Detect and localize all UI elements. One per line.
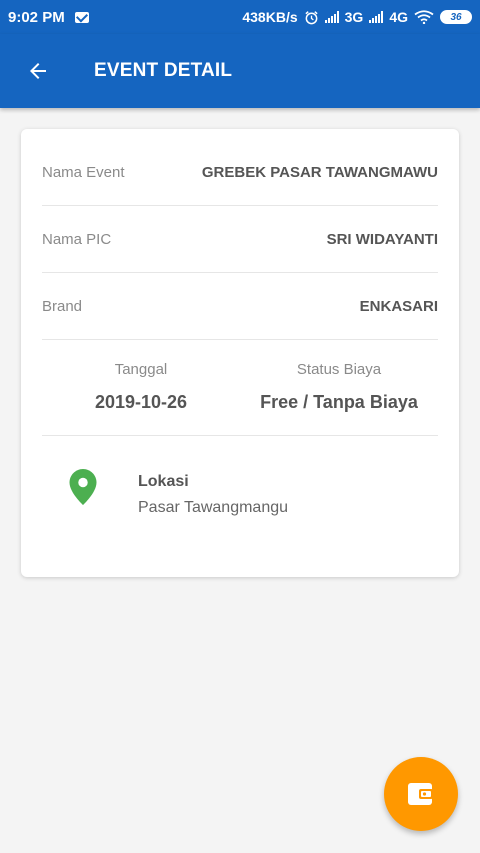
- page-title: EVENT DETAIL: [94, 60, 233, 81]
- location-pin-icon: [69, 469, 97, 505]
- status-time: 9:02 PM: [8, 8, 65, 26]
- date-label: Tanggal: [114, 361, 168, 378]
- pic-name-label: Nama PIC: [42, 230, 112, 248]
- cost-status-value: Free / Tanpa Biaya: [260, 392, 418, 412]
- cost-column: Status Biaya Free / Tanpa Biaya: [240, 340, 438, 413]
- battery-icon: 36: [440, 10, 472, 24]
- mail-icon: [74, 11, 89, 23]
- event-name-label: Nama Event: [42, 163, 125, 181]
- date-cost-section: Tanggal 2019-10-26 Status Biaya Free / T…: [42, 340, 438, 436]
- net-speed: 438KB/s: [242, 9, 298, 25]
- row-brand: Brand ENKASARI: [42, 273, 438, 340]
- alarm-icon: [305, 10, 318, 24]
- event-detail-card: Nama Event GREBEK PASAR TAWANGMAWU Nama …: [21, 129, 459, 577]
- row-pic-name: Nama PIC SRI WIDAYANTI: [42, 206, 438, 273]
- signal-icon: [324, 11, 339, 23]
- status-bar: 9:02 PM 438KB/s 3G 4G 36: [0, 0, 480, 34]
- app-bar: EVENT DETAIL: [0, 34, 480, 108]
- date-value: 2019-10-26: [94, 392, 188, 412]
- back-button[interactable]: [18, 51, 58, 91]
- arrow-back-icon: [30, 63, 46, 79]
- network-4g: 4G: [389, 9, 408, 25]
- wallet-fab-button[interactable]: [384, 757, 458, 831]
- location-value: Pasar Tawangmangu: [138, 499, 289, 516]
- wifi-icon: [414, 10, 434, 24]
- location-label: Lokasi: [138, 473, 189, 490]
- signal-icon-2: [369, 11, 384, 23]
- brand-label: Brand: [42, 297, 83, 315]
- wallet-icon: [408, 783, 433, 805]
- network-3g: 3G: [344, 9, 364, 25]
- row-event-name: Nama Event GREBEK PASAR TAWANGMAWU: [42, 139, 438, 206]
- pic-name-value: SRI WIDAYANTI: [326, 230, 438, 248]
- location-section: Lokasi Pasar Tawangmangu: [21, 459, 459, 529]
- date-column: Tanggal 2019-10-26: [42, 340, 240, 413]
- event-name-value: GREBEK PASAR TAWANGMAWU: [201, 163, 438, 181]
- cost-status-label: Status Biaya: [296, 361, 382, 378]
- brand-value: ENKASARI: [359, 297, 438, 315]
